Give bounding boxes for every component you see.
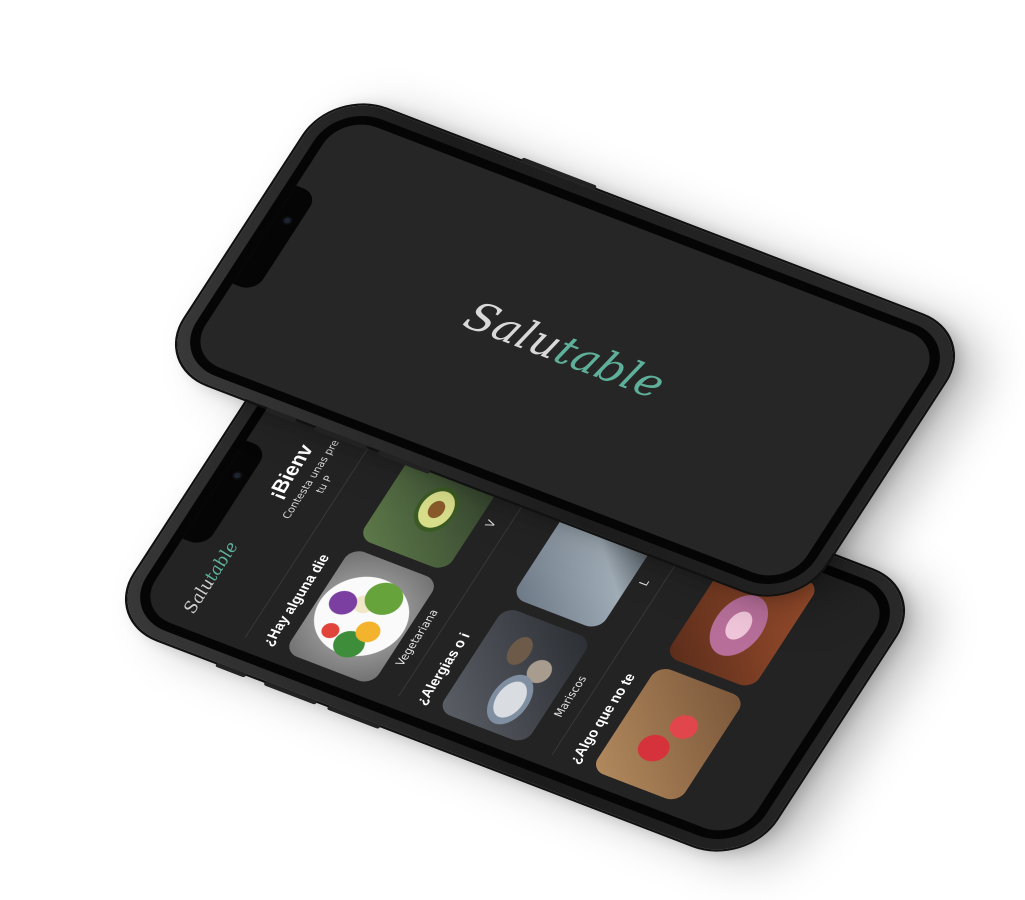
front-camera-icon	[280, 214, 295, 227]
mute-switch	[214, 662, 248, 678]
front-camera-icon	[230, 469, 245, 482]
logo-text-main: Salu	[179, 576, 220, 616]
splash-logo: Salutable	[455, 292, 675, 407]
device-mockup-stage: Salutable ¡Bienv Contesta unas pre tu P …	[0, 0, 1025, 900]
logo-text-accent: table	[545, 327, 675, 408]
app-logo: Salutable	[180, 540, 243, 616]
logo-text-accent: table	[200, 539, 244, 584]
